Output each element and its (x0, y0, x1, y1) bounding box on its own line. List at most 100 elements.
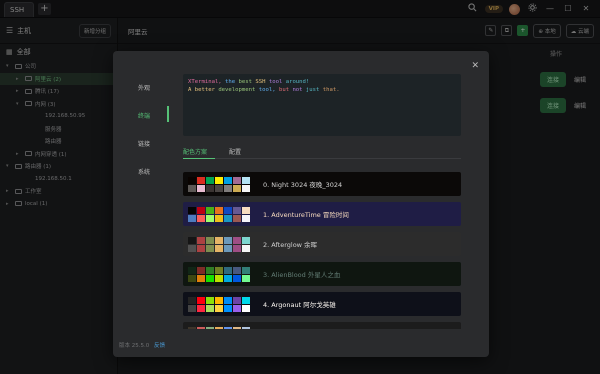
modal-footer: 版本 25.5.0 反馈 (119, 341, 165, 349)
color-swatch (233, 326, 241, 329)
color-swatch (197, 184, 205, 192)
color-swatch (242, 326, 250, 329)
color-swatch (242, 244, 250, 252)
nav-link[interactable]: 链接 (138, 139, 150, 148)
settings-subtabs: 配色方案 配置 (183, 146, 461, 159)
nav-appearance[interactable]: 外观 (138, 83, 150, 92)
terminal-preview: XTerminal, the best SSH tool around! A b… (183, 74, 461, 136)
color-swatch (242, 266, 250, 274)
tab-color-scheme[interactable]: 配色方案 (183, 147, 207, 156)
color-swatch (215, 214, 223, 222)
color-swatch (188, 176, 196, 184)
color-swatch (215, 326, 223, 329)
color-swatch (242, 214, 250, 222)
nav-system[interactable]: 系统 (138, 167, 150, 176)
version-label: 版本 25.5.0 (119, 343, 150, 349)
color-swatch (197, 236, 205, 244)
color-swatch (206, 304, 214, 312)
preview-line-1: XTerminal, the best SSH tool around! (188, 79, 310, 85)
color-swatch (215, 304, 223, 312)
scheme-item[interactable]: 5. Arthur (183, 322, 461, 329)
color-swatch (233, 244, 241, 252)
color-swatch (224, 176, 232, 184)
color-swatch (206, 236, 214, 244)
color-swatch (224, 184, 232, 192)
color-swatch (233, 266, 241, 274)
color-swatch (242, 274, 250, 282)
color-swatch (197, 244, 205, 252)
color-swatch (224, 304, 232, 312)
color-swatch (188, 304, 196, 312)
color-swatch (197, 266, 205, 274)
scheme-item[interactable]: 2. Afterglow 余晖 (183, 232, 461, 256)
color-swatch (206, 214, 214, 222)
color-swatch (215, 266, 223, 274)
scheme-item[interactable]: 0. Night 3024 夜晚_3024 (183, 172, 461, 196)
color-swatch (215, 184, 223, 192)
color-swatch (233, 214, 241, 222)
color-swatch (233, 184, 241, 192)
color-swatch (188, 244, 196, 252)
color-swatch (206, 176, 214, 184)
scheme-item[interactable]: 1. AdventureTime 冒险时间 (183, 202, 461, 226)
color-swatch (233, 274, 241, 282)
color-swatch (197, 296, 205, 304)
color-swatch (206, 206, 214, 214)
color-swatch (206, 296, 214, 304)
color-swatch (233, 296, 241, 304)
nav-active-indicator (167, 106, 169, 122)
color-swatch (188, 296, 196, 304)
scheme-item[interactable]: 4. Argonaut 阿尔戈英雄 (183, 292, 461, 316)
settings-nav: 外观 终端 链接 系统 (113, 51, 171, 357)
scheme-name: 0. Night 3024 夜晚_3024 (263, 181, 343, 189)
subtab-underline (183, 158, 215, 159)
close-icon[interactable]: ✕ (471, 61, 479, 71)
color-swatch (197, 304, 205, 312)
color-swatches (188, 236, 250, 252)
color-swatch (197, 176, 205, 184)
nav-terminal[interactable]: 终端 (138, 111, 150, 120)
color-swatch (188, 214, 196, 222)
color-swatches (188, 176, 250, 192)
color-swatch (206, 244, 214, 252)
color-swatch (215, 274, 223, 282)
scheme-name: 1. AdventureTime 冒险时间 (263, 211, 349, 219)
color-swatch (215, 236, 223, 244)
color-swatch (206, 274, 214, 282)
color-swatch (215, 206, 223, 214)
color-swatch (215, 244, 223, 252)
color-swatches (188, 326, 250, 329)
color-swatch (224, 274, 232, 282)
color-swatch (188, 326, 196, 329)
color-swatch (224, 214, 232, 222)
color-swatches (188, 266, 250, 282)
color-swatch (224, 296, 232, 304)
feedback-link[interactable]: 反馈 (154, 343, 165, 349)
color-swatch (242, 236, 250, 244)
color-swatch (188, 274, 196, 282)
color-swatch (242, 206, 250, 214)
color-swatch (197, 274, 205, 282)
scheme-name: 4. Argonaut 阿尔戈英雄 (263, 301, 336, 309)
color-swatch (224, 244, 232, 252)
scheme-name: 3. AlienBlood 外星人之血 (263, 271, 341, 279)
color-swatch (197, 214, 205, 222)
scheme-item[interactable]: 3. AlienBlood 外星人之血 (183, 262, 461, 286)
preview-line-2: A better development tool, but not just … (188, 87, 340, 93)
color-swatch (215, 176, 223, 184)
color-swatch (197, 326, 205, 329)
color-swatches (188, 206, 250, 222)
color-swatch (224, 266, 232, 274)
color-swatch (188, 266, 196, 274)
settings-modal: ✕ 外观 终端 链接 系统 XTerminal, the best SSH to… (113, 51, 489, 357)
tab-config[interactable]: 配置 (229, 147, 241, 156)
scheme-name: 2. Afterglow 余晖 (263, 241, 318, 249)
color-swatch (206, 266, 214, 274)
color-swatch (206, 184, 214, 192)
color-swatch (224, 326, 232, 329)
color-swatch (188, 206, 196, 214)
color-swatch (188, 236, 196, 244)
color-swatch (242, 296, 250, 304)
color-swatch (242, 176, 250, 184)
color-swatch (215, 296, 223, 304)
